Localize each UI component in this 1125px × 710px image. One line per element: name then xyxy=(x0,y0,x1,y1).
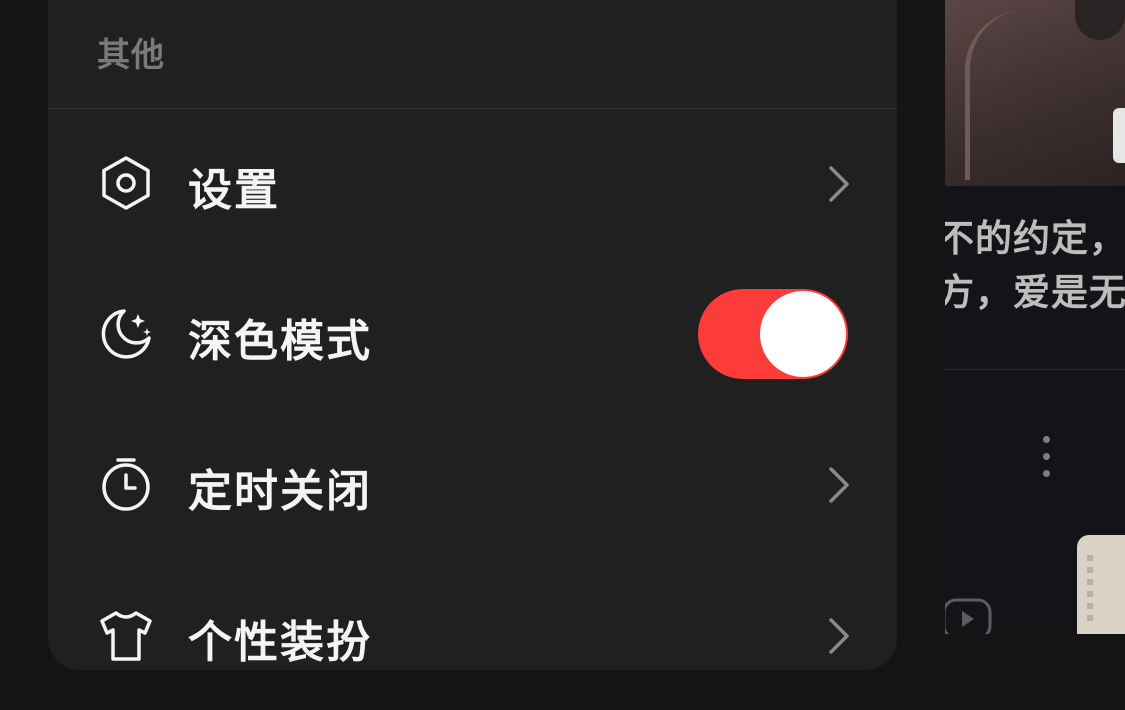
tshirt-icon xyxy=(100,611,152,661)
menu-item-label: 定时关闭 xyxy=(188,466,372,517)
menu-item-label: 深色模式 xyxy=(188,316,372,367)
chevron-right-icon xyxy=(829,467,849,503)
settings-hexagon-icon xyxy=(102,156,150,210)
dark-mode-toggle[interactable] xyxy=(698,289,848,379)
dimmed-left-edge xyxy=(0,0,48,634)
section-title-other: 其他 xyxy=(97,35,165,74)
more-options-icon xyxy=(1043,436,1055,478)
menu-item-dark-mode: 深色模式 xyxy=(48,259,897,409)
feed-text-line: 不的约定， xyxy=(945,217,1125,260)
chevron-right-icon xyxy=(829,618,849,654)
chevron-right-icon xyxy=(829,166,849,202)
menu-item-sleep-timer[interactable]: 定时关闭 xyxy=(48,409,897,559)
feed-thumbnail xyxy=(1077,535,1125,634)
feed-cover-image xyxy=(945,0,1125,186)
background-feed: 不的约定， 方，爱是无 xyxy=(945,0,1125,634)
scroll-handle xyxy=(1113,108,1125,163)
dimmed-gap xyxy=(897,0,945,634)
menu-item-label: 设置 xyxy=(188,165,280,216)
moon-stars-icon xyxy=(101,309,151,359)
menu-item-theme[interactable]: 个性装扮 xyxy=(48,560,897,710)
feed-text-line: 方，爱是无 xyxy=(945,271,1125,314)
menu-item-settings[interactable]: 设置 xyxy=(48,108,897,258)
video-play-icon xyxy=(945,598,992,634)
timer-icon xyxy=(102,458,150,511)
menu-item-label: 个性装扮 xyxy=(188,617,372,668)
side-menu-panel: 其他 设置 深色模式 定时关闭 个性装扮 xyxy=(48,0,897,670)
feed-divider xyxy=(945,369,1125,370)
toggle-knob xyxy=(760,291,846,377)
